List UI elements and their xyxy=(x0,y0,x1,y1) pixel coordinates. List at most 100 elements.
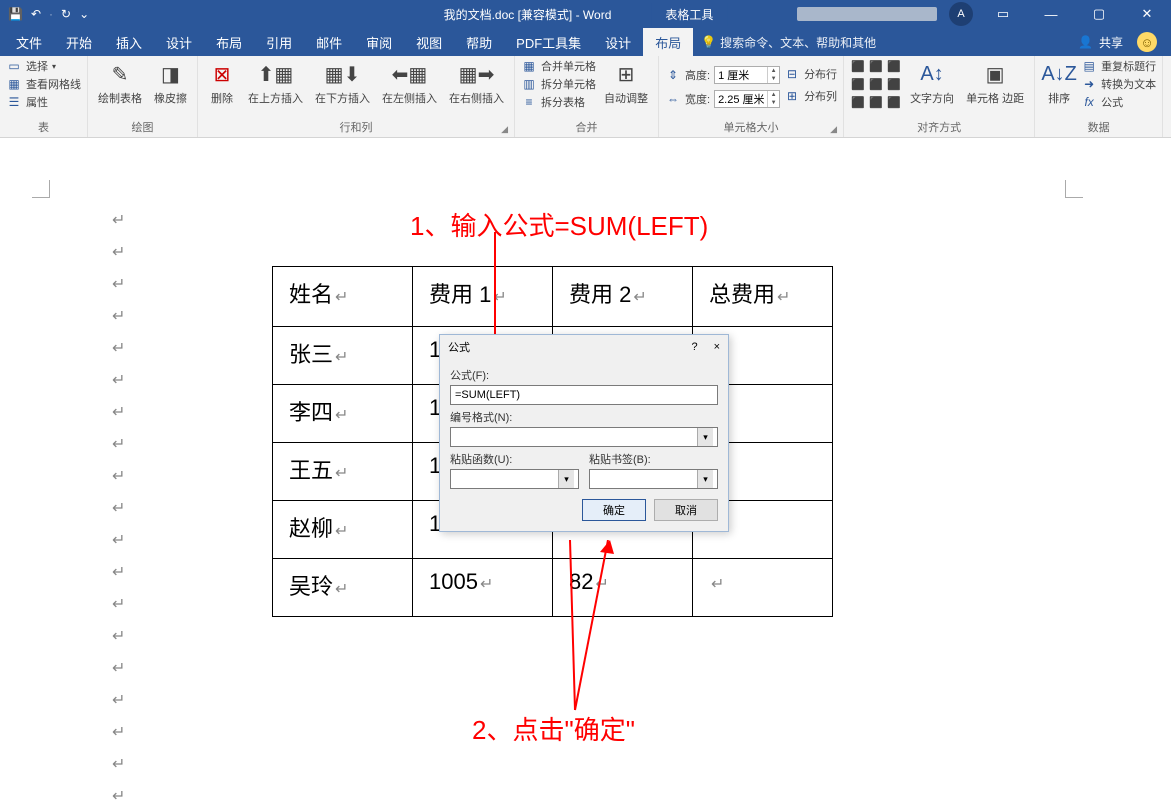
group-alignment-label: 对齐方式 xyxy=(850,119,1028,137)
repeat-header-button[interactable]: ▤重复标题行 xyxy=(1081,58,1156,74)
tab-design[interactable]: 设计 xyxy=(154,28,204,56)
insert-above-icon: ⬆▦ xyxy=(262,60,290,88)
qat-more-icon[interactable]: ⌄ xyxy=(79,7,89,21)
tab-home[interactable]: 开始 xyxy=(54,28,104,56)
tab-table-design[interactable]: 设计 xyxy=(593,28,643,56)
share-icon: 👤 xyxy=(1078,35,1093,49)
formula-button[interactable]: fx公式 xyxy=(1081,94,1156,110)
insert-above-button[interactable]: ⬆▦在上方插入 xyxy=(244,58,307,108)
cell-margins-button[interactable]: ▣单元格 边距 xyxy=(962,58,1028,108)
redo-icon[interactable]: ↻ xyxy=(61,7,71,21)
annotation-step2: 2、点击"确定" xyxy=(472,710,635,747)
annotation-step1: 1、输入公式=SUM(LEFT) xyxy=(410,206,708,243)
insert-below-icon: ▦⬇ xyxy=(329,60,357,88)
text-direction-icon: A↕ xyxy=(918,60,946,88)
page-corner-tr xyxy=(1065,180,1083,198)
eraser-button[interactable]: ◨橡皮擦 xyxy=(150,58,191,108)
group-rows-cols: ⊠删除 ⬆▦在上方插入 ▦⬇在下方插入 ⬅▦在左侧插入 ▦➡在右侧插入 行和列◢ xyxy=(198,56,515,137)
sort-button[interactable]: A↓Z排序 xyxy=(1041,58,1077,108)
user-avatar[interactable]: A xyxy=(949,2,973,26)
close-button[interactable]: ✕ xyxy=(1129,0,1165,28)
autofit-button[interactable]: ⊞自动调整 xyxy=(600,58,652,108)
tab-review[interactable]: 审阅 xyxy=(354,28,404,56)
tell-me-search[interactable]: 💡 搜索命令、文本、帮助和其他 xyxy=(701,34,876,51)
dialog-titlebar[interactable]: 公式 ? × xyxy=(440,335,728,359)
group-draw: ✎绘制表格 ◨橡皮擦 绘图 xyxy=(88,56,198,137)
distribute-cols-button[interactable]: ⊞分布列 xyxy=(784,88,837,104)
text-direction-button[interactable]: A↕文字方向 xyxy=(906,58,958,108)
merge-cells-button[interactable]: ▦合并单元格 xyxy=(521,58,596,74)
draw-table-button[interactable]: ✎绘制表格 xyxy=(94,58,146,108)
convert-to-text-button[interactable]: ➜转换为文本 xyxy=(1081,76,1156,92)
document-title: 我的文档.doc [兼容模式] - Word xyxy=(444,6,612,23)
tab-pdf[interactable]: PDF工具集 xyxy=(504,28,593,56)
ribbon: ▭选择▾ ▦查看网格线 ☰属性 表 ✎绘制表格 ◨橡皮擦 绘图 ⊠删除 ⬆▦在上… xyxy=(0,56,1171,138)
distribute-rows-button[interactable]: ⊟分布行 xyxy=(784,66,837,82)
cancel-button[interactable]: 取消 xyxy=(654,499,718,521)
insert-left-button[interactable]: ⬅▦在左侧插入 xyxy=(378,58,441,108)
group-rows-cols-label: 行和列◢ xyxy=(204,119,508,137)
dialog-launcher-icon[interactable]: ◢ xyxy=(501,124,508,135)
share-button[interactable]: 👤 共享 ☺ xyxy=(1078,32,1167,52)
table-row[interactable]: 吴玲↵1005↵82↵↵ xyxy=(273,559,833,617)
ribbon-display-options[interactable]: ▭ xyxy=(985,0,1021,28)
tab-file[interactable]: 文件 xyxy=(4,28,54,56)
ok-button[interactable]: 确定 xyxy=(582,499,646,521)
number-format-combo[interactable]: ▾ xyxy=(450,427,718,447)
minimize-button[interactable]: — xyxy=(1033,0,1069,28)
insert-right-icon: ▦➡ xyxy=(463,60,491,88)
undo-icon[interactable]: ↶ xyxy=(31,7,41,21)
tab-view[interactable]: 视图 xyxy=(404,28,454,56)
dialog-close-icon[interactable]: × xyxy=(714,341,720,353)
page-corner-tl xyxy=(32,180,50,198)
insert-right-button[interactable]: ▦➡在右侧插入 xyxy=(445,58,508,108)
tab-help[interactable]: 帮助 xyxy=(454,28,504,56)
insert-left-icon: ⬅▦ xyxy=(396,60,424,88)
group-draw-label: 绘图 xyxy=(94,119,191,137)
formula-dialog: 公式 ? × 公式(F): 编号格式(N): ▾ 粘贴函数(U): ▾ 粘贴书签… xyxy=(439,334,729,532)
height-label: 高度: xyxy=(685,67,710,83)
select-button[interactable]: ▭选择▾ xyxy=(6,58,81,74)
autofit-icon: ⊞ xyxy=(612,60,640,88)
tab-table-layout[interactable]: 布局 xyxy=(643,28,693,56)
menu-bar: 文件 开始 插入 设计 布局 引用 邮件 审阅 视图 帮助 PDF工具集 设计 … xyxy=(0,28,1171,56)
alignment-grid[interactable]: ⬛⬛⬛⬛⬛⬛⬛⬛⬛ xyxy=(850,58,902,110)
formula-input[interactable] xyxy=(450,385,718,405)
paste-function-combo[interactable]: ▾ xyxy=(450,469,579,489)
group-cell-size: ⇕高度: ▲▼ ⇔宽度: ▲▼ ⊟分布行 ⊞分布列 单元格大小◢ xyxy=(659,56,844,137)
tab-references[interactable]: 引用 xyxy=(254,28,304,56)
delete-table-icon: ⊠ xyxy=(208,60,236,88)
dialog-help-icon[interactable]: ? xyxy=(691,341,697,353)
dialog-launcher-icon[interactable]: ◢ xyxy=(830,124,837,135)
height-input[interactable]: ▲▼ xyxy=(714,66,780,84)
view-gridlines-button[interactable]: ▦查看网格线 xyxy=(6,76,81,92)
user-name-placeholder xyxy=(797,7,937,21)
split-table-button[interactable]: ≡拆分表格 xyxy=(521,94,596,110)
restore-button[interactable]: ▢ xyxy=(1081,0,1117,28)
save-icon[interactable]: 💾 xyxy=(8,7,23,21)
insert-below-button[interactable]: ▦⬇在下方插入 xyxy=(311,58,374,108)
paste-function-label: 粘贴函数(U): xyxy=(450,451,579,467)
lightbulb-icon: 💡 xyxy=(701,35,716,49)
paste-bookmark-label: 粘贴书签(B): xyxy=(589,451,718,467)
width-label: 宽度: xyxy=(685,91,710,107)
table-header-row[interactable]: 姓名↵ 费用 1↵ 费用 2↵ 总费用↵ xyxy=(273,267,833,327)
properties-button[interactable]: ☰属性 xyxy=(6,94,81,110)
tab-mail[interactable]: 邮件 xyxy=(304,28,354,56)
group-merge-label: 合并 xyxy=(521,119,652,137)
feedback-smiley-icon[interactable]: ☺ xyxy=(1137,32,1157,52)
tab-layout[interactable]: 布局 xyxy=(204,28,254,56)
width-input[interactable]: ▲▼ xyxy=(714,90,780,108)
group-cell-size-label: 单元格大小◢ xyxy=(665,119,837,137)
group-alignment: ⬛⬛⬛⬛⬛⬛⬛⬛⬛ A↕文字方向 ▣单元格 边距 对齐方式 xyxy=(844,56,1035,137)
group-merge: ▦合并单元格 ▥拆分单元格 ≡拆分表格 ⊞自动调整 合并 xyxy=(515,56,659,137)
chevron-down-icon: ▾ xyxy=(558,470,574,488)
chevron-down-icon: ▾ xyxy=(697,470,713,488)
paste-bookmark-combo[interactable]: ▾ xyxy=(589,469,718,489)
tell-me-label: 搜索命令、文本、帮助和其他 xyxy=(720,34,876,51)
delete-button[interactable]: ⊠删除 xyxy=(204,58,240,108)
tab-insert[interactable]: 插入 xyxy=(104,28,154,56)
share-label: 共享 xyxy=(1099,34,1123,51)
split-cells-button[interactable]: ▥拆分单元格 xyxy=(521,76,596,92)
paragraph-marks: ↵↵↵↵↵↵↵↵↵↵↵↵↵↵↵↵↵↵↵ xyxy=(112,210,125,800)
